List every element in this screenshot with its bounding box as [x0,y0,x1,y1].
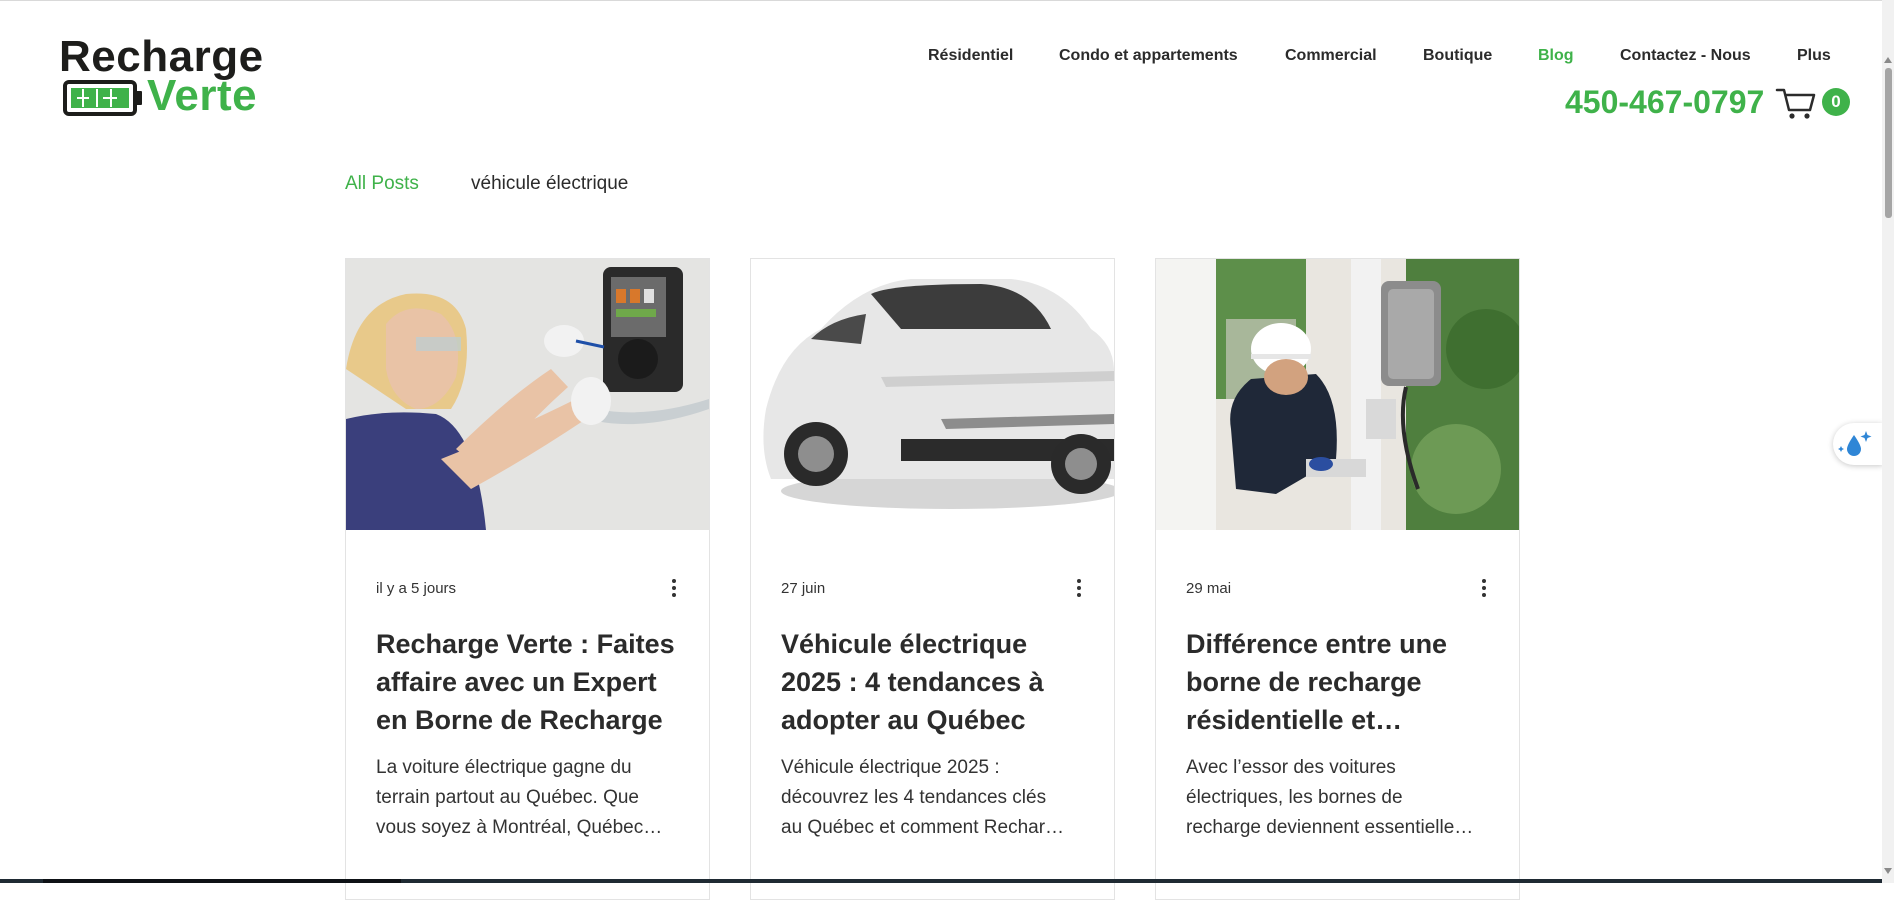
post-image-graphic [346,259,709,530]
post-excerpt-line: au Québec et comment Rechar… [781,817,1065,838]
taskbar-edge-accent [43,879,401,883]
post-excerpt: La voiture électrique gagne du terrain p… [376,753,686,843]
category-all-posts[interactable]: All Posts [345,173,419,195]
nav-item-condo[interactable]: Condo et appartements [1059,47,1238,65]
nav-item-commercial[interactable]: Commercial [1285,47,1377,65]
post-excerpt-line: découvrez les 4 tendances clés [781,787,1047,808]
nav-item-plus[interactable]: Plus [1797,47,1831,65]
scroll-up-arrow-icon[interactable] [1884,57,1892,63]
post-excerpt-line: La voiture électrique gagne du [376,757,632,778]
post-card[interactable]: 29 mai Différence entre une borne de rec… [1155,258,1520,900]
post-title[interactable]: Différence entre une borne de recharge r… [1186,625,1496,739]
more-options-icon[interactable] [1069,577,1089,601]
category-vehicule-electrique[interactable]: véhicule électrique [471,173,628,195]
post-date: 27 juin [781,580,826,597]
nav-item-residentiel[interactable]: Résidentiel [928,47,1013,65]
nav-item-boutique[interactable]: Boutique [1423,47,1492,65]
battery-icon [63,80,142,116]
post-excerpt-line: terrain partout au Québec. Que [376,787,639,808]
post-image-white-electric-suv[interactable] [751,259,1114,530]
post-image-technician-charging-station[interactable] [1156,259,1519,530]
water-drop-sparkle-icon [1838,431,1872,456]
logo-text-verte: Verte [147,71,258,120]
scrollbar-thumb[interactable] [1885,68,1892,218]
post-date: 29 mai [1186,580,1232,597]
nav-item-blog[interactable]: Blog [1538,47,1574,65]
post-image-graphic [1156,259,1519,530]
cart-count-badge[interactable]: 0 [1822,88,1850,116]
post-excerpt-line: recharge deviennent essentielle… [1186,817,1474,838]
post-excerpt: Avec l’essor des voitures électriques, l… [1186,753,1496,843]
post-excerpt-line: Avec l’essor des voitures [1186,757,1396,778]
post-title[interactable]: Véhicule électrique 2025 : 4 tendances à… [781,625,1091,739]
floating-widget-button[interactable] [1833,423,1883,465]
post-title[interactable]: Recharge Verte : Faites affaire avec un … [376,625,686,739]
post-excerpt-line: vous soyez à Montréal, Québec… [376,817,663,838]
post-excerpt-line: électriques, les bornes de [1186,787,1403,808]
nav-item-contact[interactable]: Contactez - Nous [1620,47,1751,65]
top-border [0,0,1894,1]
phone-number[interactable]: 450-467-0797 [1565,84,1764,121]
post-excerpt-line: Véhicule électrique 2025 : [781,757,1000,778]
main-navigation: Résidentiel Condo et appartements Commer… [0,47,1894,67]
scroll-down-arrow-icon[interactable] [1884,868,1892,874]
post-excerpt: Véhicule électrique 2025 : découvrez les… [781,753,1091,843]
post-image-graphic [751,259,1114,530]
post-date: il y a 5 jours [376,580,457,597]
cart-icon[interactable] [1775,86,1817,120]
post-card[interactable]: il y a 5 jours Recharge Verte : Faites a… [345,258,710,900]
more-options-icon[interactable] [664,577,684,601]
post-image-technician-wall-charger[interactable] [346,259,709,530]
more-options-icon[interactable] [1474,577,1494,601]
post-card[interactable]: 27 juin Véhicule électrique 2025 : 4 ten… [750,258,1115,900]
